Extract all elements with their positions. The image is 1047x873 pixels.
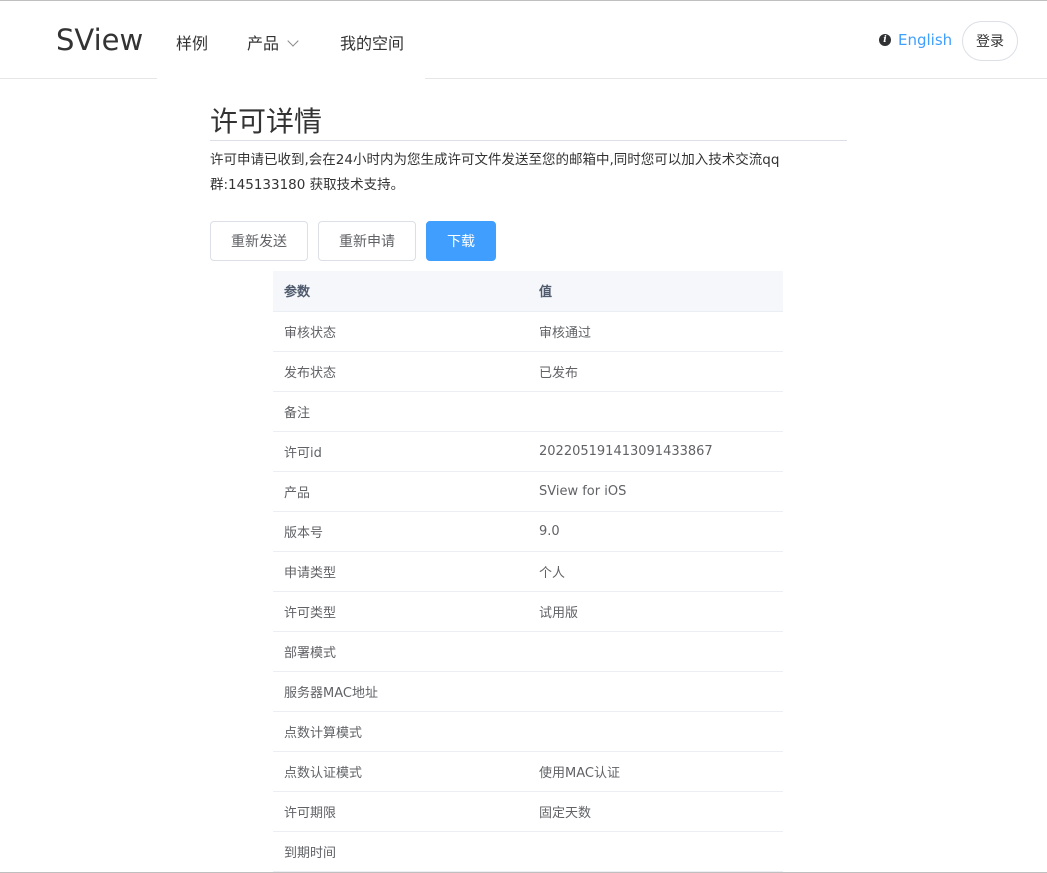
row-value: 已发布: [528, 351, 783, 392]
notice-text: 许可申请已收到,会在24小时内为您生成许可文件发送至您的邮箱中,同时您可以加入技…: [210, 152, 780, 193]
row-key: 版本号: [273, 511, 528, 552]
row-value: 20220519141309143386​7: [528, 431, 783, 472]
row-key: 备注: [273, 391, 528, 432]
license-details-table: 参数 值 审核状态 审核通过 发布状态 已发布 备注 许可id 20220519141…: [273, 271, 783, 872]
row-value: 9.0: [528, 511, 783, 552]
logo[interactable]: SView: [56, 23, 143, 57]
table-row: 部署模式: [273, 631, 783, 672]
table-row: 许可id 20220519141309143386​7: [273, 431, 783, 472]
row-key: 到期时间: [273, 831, 528, 872]
login-button[interactable]: 登录: [962, 21, 1018, 61]
table-row: 发布状态 已发布: [273, 351, 783, 392]
table-row: 点数认证模式 使用MAC认证: [273, 751, 783, 792]
language-label: English: [898, 31, 953, 49]
row-value: [528, 671, 783, 712]
row-key: 许可id: [273, 431, 528, 472]
row-key: 部署模式: [273, 631, 528, 672]
table-header-row: 参数 值: [273, 271, 783, 312]
top-navbar: SView 样例 产品 我的空间 i English 登录: [0, 1, 1047, 79]
chevron-down-icon: [287, 35, 299, 47]
table-row: 版本号 9.0: [273, 511, 783, 552]
row-key: 发布状态: [273, 351, 528, 392]
table-row: 产品 SView for iOS: [273, 471, 783, 512]
info-icon: i: [879, 34, 891, 46]
table-row: 点数计算模式: [273, 711, 783, 752]
nav-samples[interactable]: 样例: [176, 30, 208, 54]
resend-button[interactable]: 重新发送: [210, 221, 308, 261]
table-row: 备注: [273, 391, 783, 432]
row-value: 固定天数: [528, 791, 783, 832]
row-value: 个人: [528, 551, 783, 592]
row-value: 试用版: [528, 591, 783, 632]
row-key: 服务器MAC地址: [273, 671, 528, 712]
row-value: 审核通过: [528, 311, 783, 352]
row-value: [528, 831, 783, 872]
table-row: 许可期限 固定天数: [273, 791, 783, 832]
row-key: 点数计算模式: [273, 711, 528, 752]
page-title: 许可详情: [210, 105, 323, 138]
row-value: [528, 391, 783, 432]
nav-products-dropdown[interactable]: 产品: [247, 30, 299, 54]
table-row: 到期时间: [273, 831, 783, 872]
download-button[interactable]: 下载: [426, 221, 496, 261]
row-value: SView for iOS: [528, 471, 783, 512]
table-row: 服务器MAC地址: [273, 671, 783, 712]
table-row: 审核状态 审核通过: [273, 311, 783, 352]
page: SView 样例 产品 我的空间 i English 登录 许可详情 许可申请已…: [0, 0, 1047, 873]
row-key: 许可类型: [273, 591, 528, 632]
column-header-value: 值: [528, 271, 783, 312]
row-value: [528, 631, 783, 672]
reapply-button[interactable]: 重新申请: [318, 221, 416, 261]
active-menu-underline-gap: [157, 78, 425, 81]
row-key: 点数认证模式: [273, 751, 528, 792]
row-key: 产品: [273, 471, 528, 512]
column-header-param: 参数: [273, 271, 528, 312]
row-key: 申请类型: [273, 551, 528, 592]
row-key: 审核状态: [273, 311, 528, 352]
title-divider: [210, 140, 847, 141]
row-value: 使用MAC认证: [528, 751, 783, 792]
row-value: [528, 711, 783, 752]
nav-my-space[interactable]: 我的空间: [340, 30, 404, 54]
nav-products-label: 产品: [247, 34, 280, 53]
row-key: 许可期限: [273, 791, 528, 832]
table-row: 许可类型 试用版: [273, 591, 783, 632]
language-switch[interactable]: i English: [879, 31, 952, 49]
table-row: 申请类型 个人: [273, 551, 783, 592]
